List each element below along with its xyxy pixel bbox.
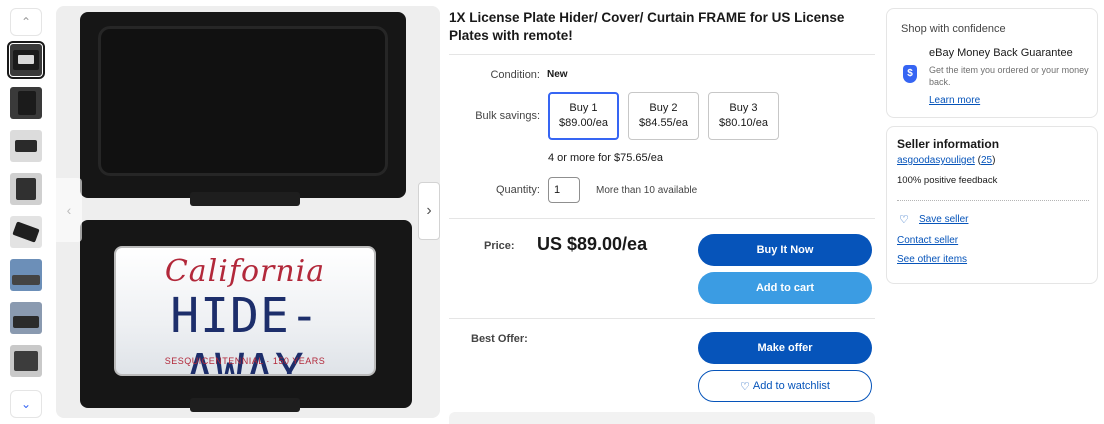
plate-frame-with-plate: California HIDE-AWAY SESQUICENTENNIAL · …: [80, 220, 412, 412]
seller-feedback-count[interactable]: 25: [981, 155, 992, 166]
heart-icon[interactable]: ♡: [899, 213, 909, 226]
thumbnail[interactable]: [10, 130, 42, 162]
condition-value: New: [547, 69, 568, 80]
price-value: US $89.00/ea: [537, 234, 648, 254]
thumbnail[interactable]: [7, 41, 45, 79]
thumbnail[interactable]: [10, 259, 42, 291]
seller-info-title: Seller information: [897, 137, 1000, 151]
thumbnail[interactable]: [10, 173, 42, 205]
condition-label: Condition:: [490, 69, 540, 81]
plate-bottom-text: SESQUICENTENNIAL · 150 YEARS: [164, 356, 326, 366]
thumbnail[interactable]: [10, 87, 42, 119]
contact-seller-link[interactable]: Contact seller: [897, 235, 958, 246]
plate-frame-empty: [80, 12, 406, 206]
confidence-title: Shop with confidence: [901, 23, 1006, 35]
plate-state: California: [164, 254, 326, 289]
guarantee-title: eBay Money Back Guarantee: [929, 47, 1073, 59]
add-to-cart-button[interactable]: Add to cart: [698, 272, 872, 304]
quantity-input[interactable]: 1: [548, 177, 580, 203]
best-offer-label: Best Offer:: [471, 333, 528, 345]
availability-text: More than 10 available: [596, 185, 698, 196]
license-plate: California HIDE-AWAY SESQUICENTENNIAL · …: [114, 246, 376, 376]
seller-information-card: Seller information asgoodasyouliget (25)…: [886, 126, 1098, 284]
shield-icon: $: [903, 65, 917, 83]
seller-name-link[interactable]: asgoodasyouliget: [897, 155, 975, 166]
add-to-watchlist-button[interactable]: ♡ Add to watchlist: [698, 370, 872, 402]
bulk-option-2[interactable]: Buy 2 $84.55/ea: [628, 92, 699, 140]
image-next-arrow-icon[interactable]: ›: [418, 182, 440, 240]
divider: [449, 54, 875, 55]
bulk-qty: Buy 3: [729, 102, 758, 114]
seller-feedback-percent: 100% positive feedback: [897, 175, 998, 186]
heart-icon: ♡: [740, 380, 750, 393]
bulk-more-text: 4 or more for $75.65/ea: [548, 152, 663, 164]
learn-more-link[interactable]: Learn more: [929, 95, 980, 106]
chevron-down-icon[interactable]: ⌄: [10, 390, 42, 418]
seller-name-row: asgoodasyouliget (25): [897, 155, 996, 166]
thumbnail[interactable]: [10, 302, 42, 334]
save-seller-link[interactable]: Save seller: [919, 214, 968, 225]
thumbnail-rail: ⌃ ⌄: [7, 6, 45, 418]
watchlist-label: Add to watchlist: [752, 380, 830, 392]
bottom-strip: [449, 412, 875, 424]
thumbnail[interactable]: [10, 345, 42, 377]
bulk-price: $80.10/ea: [719, 117, 768, 129]
bulk-savings-label: Bulk savings:: [475, 110, 540, 122]
make-offer-button[interactable]: Make offer: [698, 332, 872, 364]
see-other-items-link[interactable]: See other items: [897, 254, 967, 265]
image-prev-arrow-icon[interactable]: ‹: [56, 178, 82, 242]
divider: [449, 218, 875, 219]
price-label: Price:: [484, 240, 515, 252]
bulk-option-1[interactable]: Buy 1 $89.00/ea: [548, 92, 619, 140]
divider: [449, 318, 875, 319]
thumbnail[interactable]: [10, 216, 42, 248]
divider: [897, 200, 1089, 201]
shop-with-confidence-card: Shop with confidence $ eBay Money Back G…: [886, 8, 1098, 118]
listing-title: 1X License Plate Hider/ Cover/ Curtain F…: [449, 10, 845, 43]
bulk-qty: Buy 1: [569, 102, 598, 114]
bulk-price: $89.00/ea: [559, 117, 608, 129]
bulk-qty: Buy 2: [649, 102, 678, 114]
buy-it-now-button[interactable]: Buy It Now: [698, 234, 872, 266]
bulk-option-3[interactable]: Buy 3 $80.10/ea: [708, 92, 779, 140]
chevron-up-icon[interactable]: ⌃: [10, 8, 42, 36]
bulk-price: $84.55/ea: [639, 117, 688, 129]
quantity-label: Quantity:: [495, 184, 540, 196]
guarantee-description: Get the item you ordered or your money b…: [929, 65, 1089, 87]
